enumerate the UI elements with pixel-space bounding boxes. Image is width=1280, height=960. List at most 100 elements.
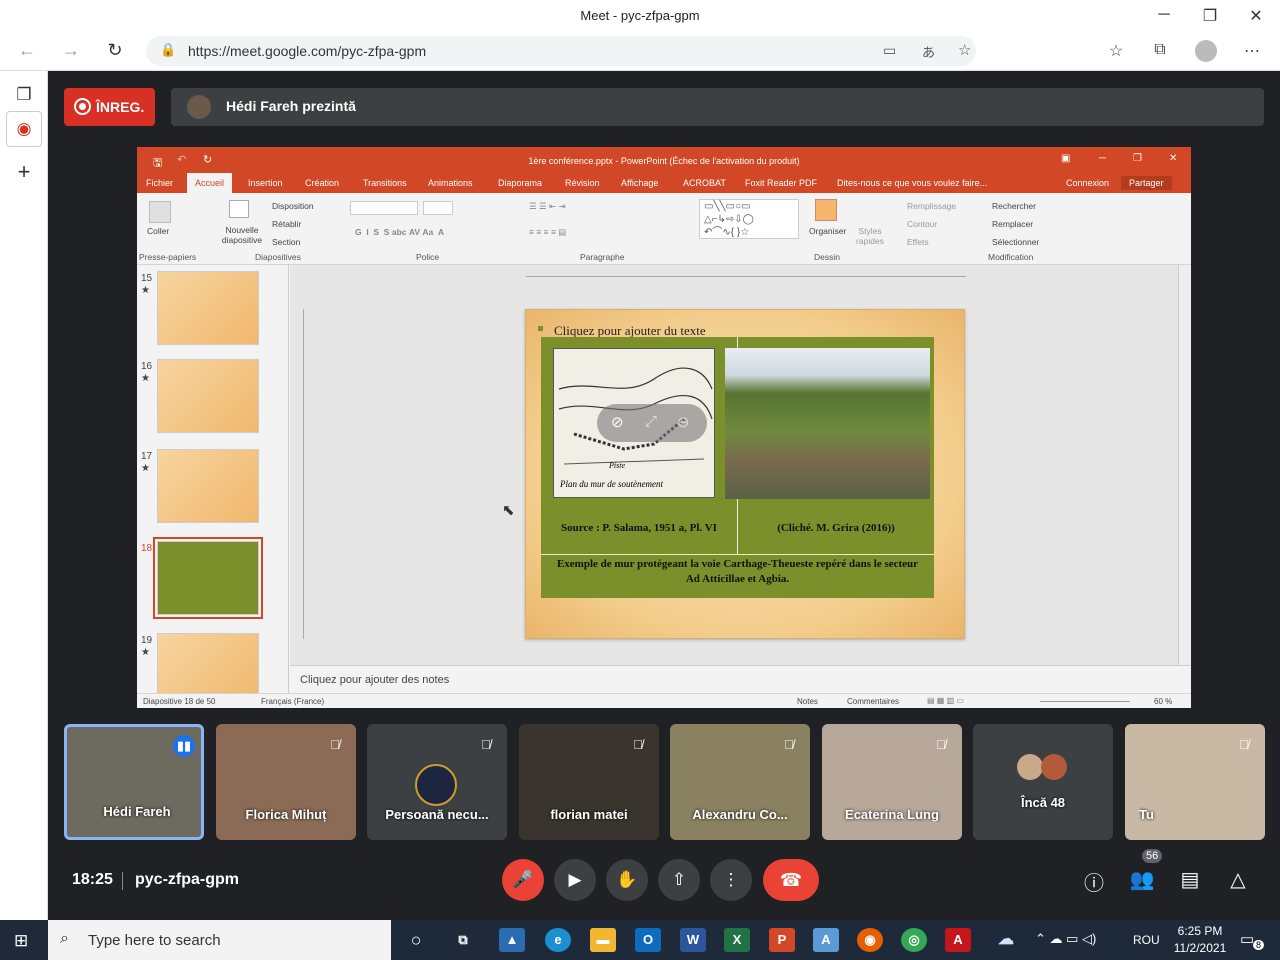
paste-icon bbox=[149, 201, 171, 223]
slide-caption: Exemple de mur protégeant la voie Cartha… bbox=[556, 558, 919, 585]
leave-call-button[interactable]: ☎ bbox=[763, 859, 819, 901]
mic-toggle-button[interactable]: 🎤 bbox=[502, 859, 544, 901]
source-right-caption: (Cliché. M. Grira (2016)) bbox=[777, 522, 895, 534]
camera-icon[interactable]: ▭ bbox=[883, 42, 896, 59]
shapes-gallery: ▭╲╲▭○▭ △⌐↳⇨⇩◯ ↶⌒∿{ }☆ bbox=[699, 199, 799, 239]
participant-name: Tu bbox=[1139, 807, 1154, 822]
mic-off-icon: 🎙̸ bbox=[1239, 737, 1249, 752]
clock-date[interactable]: 11/2/2021 bbox=[1170, 941, 1230, 955]
file-explorer-icon[interactable]: ▬ bbox=[590, 928, 616, 952]
thumb-num: 16 bbox=[141, 361, 153, 372]
profile-avatar[interactable] bbox=[1195, 40, 1217, 62]
thumb-num: 15 bbox=[141, 273, 153, 284]
participant-tile[interactable]: 🎙̸ Alexandru Co... bbox=[670, 724, 810, 840]
new-slide-icon bbox=[229, 200, 249, 218]
group-police: Police bbox=[416, 252, 440, 262]
participant-tile[interactable]: 🎙̸ Ecaterina Lung bbox=[822, 724, 962, 840]
tabs-icon[interactable]: ❐ bbox=[0, 85, 48, 105]
document-app-icon[interactable]: A bbox=[813, 928, 839, 952]
forward-button[interactable]: → bbox=[56, 40, 86, 61]
chrome-icon[interactable]: ◎ bbox=[901, 928, 927, 952]
self-tile[interactable]: 🎙̸ Tu bbox=[1125, 724, 1265, 840]
map-title-label: Plan du mur de soutènement bbox=[560, 479, 663, 489]
ppt-maximize-icon: ❐ bbox=[1133, 153, 1142, 164]
tab-foxit: Foxit Reader PDF bbox=[745, 178, 818, 188]
firefox-icon[interactable]: ◉ bbox=[857, 928, 883, 952]
people-icon[interactable]: 👥 bbox=[1128, 867, 1156, 895]
present-button[interactable]: ⇧ bbox=[658, 859, 700, 901]
maximize-button[interactable]: ❐ bbox=[1187, 6, 1233, 26]
source-left-caption: Source : P. Salama, 1951 a, Pl. VI bbox=[561, 522, 717, 534]
presenter-avatar bbox=[187, 95, 211, 119]
zoom-level: 60 % bbox=[1154, 697, 1173, 706]
selectionner-label: Sélectionner bbox=[992, 237, 1040, 247]
participant-name: florian matei bbox=[550, 807, 628, 822]
taskbar-search[interactable]: ⌕ Type here to search bbox=[48, 920, 391, 960]
section-label: Section bbox=[272, 237, 301, 247]
word-icon[interactable]: W bbox=[680, 928, 706, 952]
excel-icon[interactable]: X bbox=[724, 928, 750, 952]
thumb-star: ★ bbox=[141, 285, 150, 296]
thumbnail-17 bbox=[157, 449, 259, 523]
participant-tile[interactable]: 🎙̸ Persoană necu... bbox=[367, 724, 507, 840]
more-participants-tile[interactable]: Încă 48 bbox=[973, 724, 1113, 840]
add-favorite-icon[interactable]: ☆ bbox=[958, 41, 971, 59]
slide-thumbnails: 15 ★ 16 ★ 17 ★ 18 19 ★ bbox=[137, 265, 289, 693]
task-view-icon[interactable]: ⧉ bbox=[450, 928, 476, 952]
minimize-button[interactable]: ─ bbox=[1141, 6, 1187, 24]
cursor-off-icon: ⊘ bbox=[611, 414, 624, 431]
recording-tab-icon[interactable]: ◉ bbox=[6, 111, 42, 147]
list-icons: ☰ ☰ ⇤ ⇥ bbox=[529, 201, 566, 211]
recording-badge: ÎNREG. bbox=[64, 88, 155, 126]
participant-avatar bbox=[415, 764, 457, 806]
tab-creation: Création bbox=[305, 178, 340, 188]
share-button: Partager bbox=[1121, 176, 1172, 190]
tab-insertion: Insertion bbox=[248, 178, 283, 188]
more-menu-icon[interactable]: ⋯ bbox=[1238, 41, 1266, 61]
collections-icon[interactable]: ⧉ bbox=[1146, 41, 1174, 59]
clock-time[interactable]: 6:25 PM bbox=[1170, 924, 1230, 938]
participant-tile[interactable]: 🎙̸ florian matei bbox=[519, 724, 659, 840]
favorites-icon[interactable]: ☆ bbox=[1102, 41, 1130, 61]
close-button[interactable]: ✕ bbox=[1233, 6, 1279, 26]
photos-app-icon[interactable]: ▲ bbox=[499, 928, 525, 952]
language-indicator[interactable]: ROU bbox=[1133, 933, 1160, 947]
tray-icons[interactable]: ⌃ ☁ ▭ ◁) bbox=[1035, 931, 1096, 947]
caption-box: Exemple de mur protégeant la voie Cartha… bbox=[541, 555, 934, 598]
new-tab-icon[interactable]: + bbox=[0, 159, 48, 185]
translate-icon[interactable]: あ bbox=[922, 42, 935, 61]
camera-toggle-button[interactable]: ▶ bbox=[554, 859, 596, 901]
nouvelle-label: Nouvelle diapositive bbox=[221, 225, 263, 245]
contour-label: Contour bbox=[907, 219, 938, 229]
cortana-icon[interactable]: ○ bbox=[403, 928, 429, 952]
participant-tile[interactable]: ▮▮ Hédi Fareh bbox=[64, 724, 204, 840]
more-options-button[interactable]: ⋮ bbox=[710, 859, 752, 901]
remplissage-label: Remplissage bbox=[907, 201, 957, 211]
activities-icon[interactable]: △ bbox=[1224, 867, 1252, 895]
thumb-num: 17 bbox=[141, 451, 153, 462]
participant-tile[interactable]: 🎙̸ Florica Mihuț bbox=[216, 724, 356, 840]
onedrive-icon[interactable]: ☁ bbox=[993, 928, 1019, 952]
back-button[interactable]: ← bbox=[12, 40, 42, 61]
remplacer-label: Remplacer bbox=[992, 219, 1034, 229]
windows-taskbar: ⊞ ⌕ Type here to search ○ ⧉ ▲ e ▬ O W X … bbox=[0, 920, 1280, 960]
mic-off-icon: 🎙̸ bbox=[330, 737, 340, 752]
address-bar[interactable]: 🔒 https://meet.google.com/pyc-zfpa-gpm ▭… bbox=[146, 36, 976, 66]
outlook-icon[interactable]: O bbox=[635, 928, 661, 952]
browser-toolbar: ← → ↻ 🔒 https://meet.google.com/pyc-zfpa… bbox=[0, 32, 1280, 71]
edge-app-icon[interactable]: e bbox=[545, 928, 571, 952]
powerpoint-icon[interactable]: P bbox=[769, 928, 795, 952]
start-icon[interactable]: ⊞ bbox=[14, 931, 28, 951]
acrobat-icon[interactable]: A bbox=[945, 928, 971, 952]
tab-acrobat: ACROBAT bbox=[683, 178, 726, 188]
info-icon[interactable]: ⓘ bbox=[1080, 867, 1108, 895]
url-text: https://meet.google.com/pyc-zfpa-gpm bbox=[188, 43, 427, 59]
vertical-scrollbar bbox=[1178, 265, 1190, 665]
browser-sidebar: ❐ ◉ + bbox=[0, 71, 48, 920]
reload-button[interactable]: ↻ bbox=[100, 40, 130, 61]
chat-icon[interactable]: ▤ bbox=[1176, 867, 1204, 895]
tab-diaporama: Diaporama bbox=[498, 178, 543, 188]
image-table: Piste Plan du mur de soutènement ⊘ ⤢ ⊖ S… bbox=[541, 337, 934, 556]
raise-hand-button[interactable]: ✋ bbox=[606, 859, 648, 901]
map-piste-label: Piste bbox=[609, 461, 625, 470]
